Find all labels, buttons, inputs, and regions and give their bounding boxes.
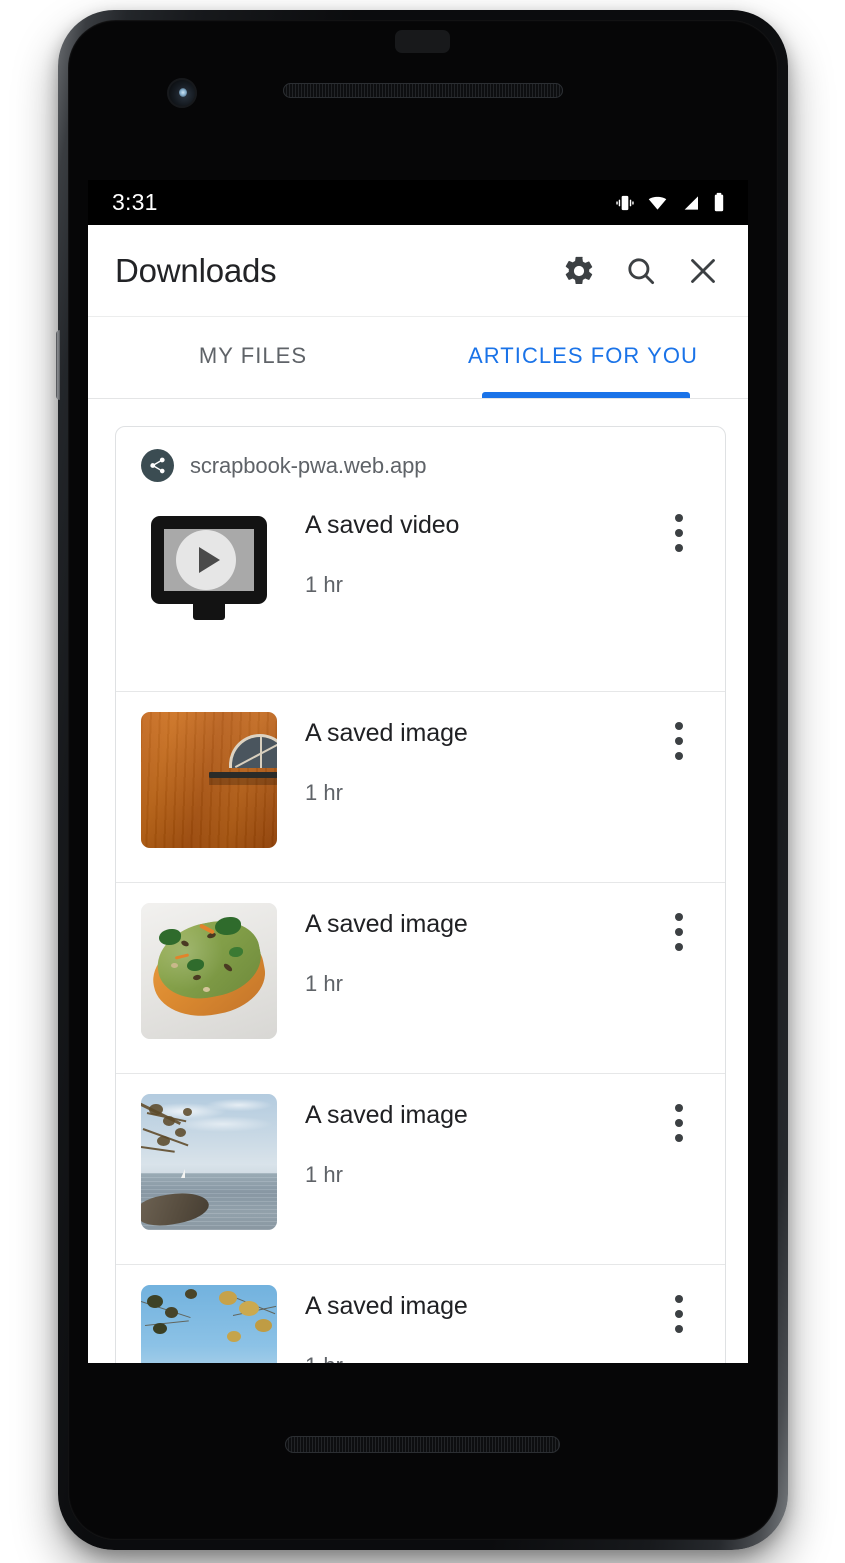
article-card: scrapbook-pwa.web.app A saved video 1 hr xyxy=(115,426,726,1363)
settings-button[interactable] xyxy=(548,240,610,302)
item-subtitle: 1 hr xyxy=(305,571,343,597)
table-row[interactable]: A saved image 1 hr xyxy=(116,882,725,1073)
item-subtitle: 1 hr xyxy=(305,970,343,996)
overflow-menu-icon[interactable] xyxy=(655,712,703,766)
table-row[interactable]: A saved image 1 hr xyxy=(116,1073,725,1264)
image-thumbnail xyxy=(141,1094,277,1230)
row-text-block: A saved image 1 hr xyxy=(277,712,655,806)
app-bar: Downloads xyxy=(88,225,748,317)
table-row[interactable]: A saved image 1 hr xyxy=(116,691,725,882)
search-icon xyxy=(624,254,658,288)
close-button[interactable] xyxy=(672,240,734,302)
row-text-block: A saved video 1 hr xyxy=(277,504,655,598)
row-text-block: A saved image 1 hr xyxy=(277,1094,655,1188)
earpiece-speaker-grille xyxy=(283,83,563,98)
close-icon xyxy=(686,254,720,288)
wifi-icon xyxy=(646,193,669,213)
item-subtitle: 1 hr xyxy=(305,1353,655,1364)
phone-screen: 3:31 Downloads MY FILES ARTICLES FOR YOU… xyxy=(88,180,748,1363)
search-button[interactable] xyxy=(610,240,672,302)
site-domain-label: scrapbook-pwa.web.app xyxy=(190,452,427,478)
status-bar-clock: 3:31 xyxy=(112,189,158,215)
status-bar: 3:31 xyxy=(88,180,748,225)
cellular-signal-icon xyxy=(680,193,701,213)
battery-icon xyxy=(712,192,726,213)
proximity-sensor xyxy=(395,30,450,53)
overflow-menu-icon[interactable] xyxy=(655,1285,703,1339)
status-bar-icons xyxy=(615,192,726,213)
image-thumbnail xyxy=(141,1285,277,1363)
video-thumbnail-placeholder xyxy=(141,504,277,640)
downloads-list-scroll-area[interactable]: scrapbook-pwa.web.app A saved video 1 hr xyxy=(88,399,748,1363)
item-title: A saved image xyxy=(305,1101,468,1129)
tab-bar: MY FILES ARTICLES FOR YOU xyxy=(88,317,748,399)
overflow-menu-icon[interactable] xyxy=(655,1094,703,1148)
page-title: Downloads xyxy=(115,251,277,289)
tab-my-files[interactable]: MY FILES xyxy=(88,317,418,398)
item-title: A saved video xyxy=(305,511,460,539)
row-text-block: A saved image 1 hr xyxy=(277,1285,655,1363)
tab-articles-for-you[interactable]: ARTICLES FOR YOU xyxy=(418,317,748,398)
gear-icon xyxy=(562,254,596,288)
item-title: A saved image xyxy=(305,719,468,747)
table-row[interactable]: A saved image 1 hr xyxy=(116,1264,725,1363)
vibrate-icon xyxy=(615,193,635,213)
share-icon xyxy=(141,449,174,482)
bottom-speaker-grille xyxy=(285,1436,560,1453)
item-subtitle: 1 hr xyxy=(305,779,343,805)
item-subtitle: 1 hr xyxy=(305,1161,343,1187)
overflow-menu-icon[interactable] xyxy=(655,903,703,957)
item-title: A saved image xyxy=(305,910,468,938)
row-text-block: A saved image 1 hr xyxy=(277,903,655,997)
card-site-header: scrapbook-pwa.web.app xyxy=(116,427,725,500)
tv-stand xyxy=(193,604,225,620)
overflow-menu-icon[interactable] xyxy=(655,504,703,558)
image-thumbnail xyxy=(141,903,277,1039)
sim-tray xyxy=(56,330,60,400)
item-title: A saved image xyxy=(305,1292,468,1320)
table-row[interactable]: A saved video 1 hr xyxy=(116,500,725,691)
image-thumbnail xyxy=(141,712,277,848)
play-icon xyxy=(176,530,236,590)
front-camera-icon xyxy=(167,78,197,108)
tab-active-indicator xyxy=(482,392,690,398)
